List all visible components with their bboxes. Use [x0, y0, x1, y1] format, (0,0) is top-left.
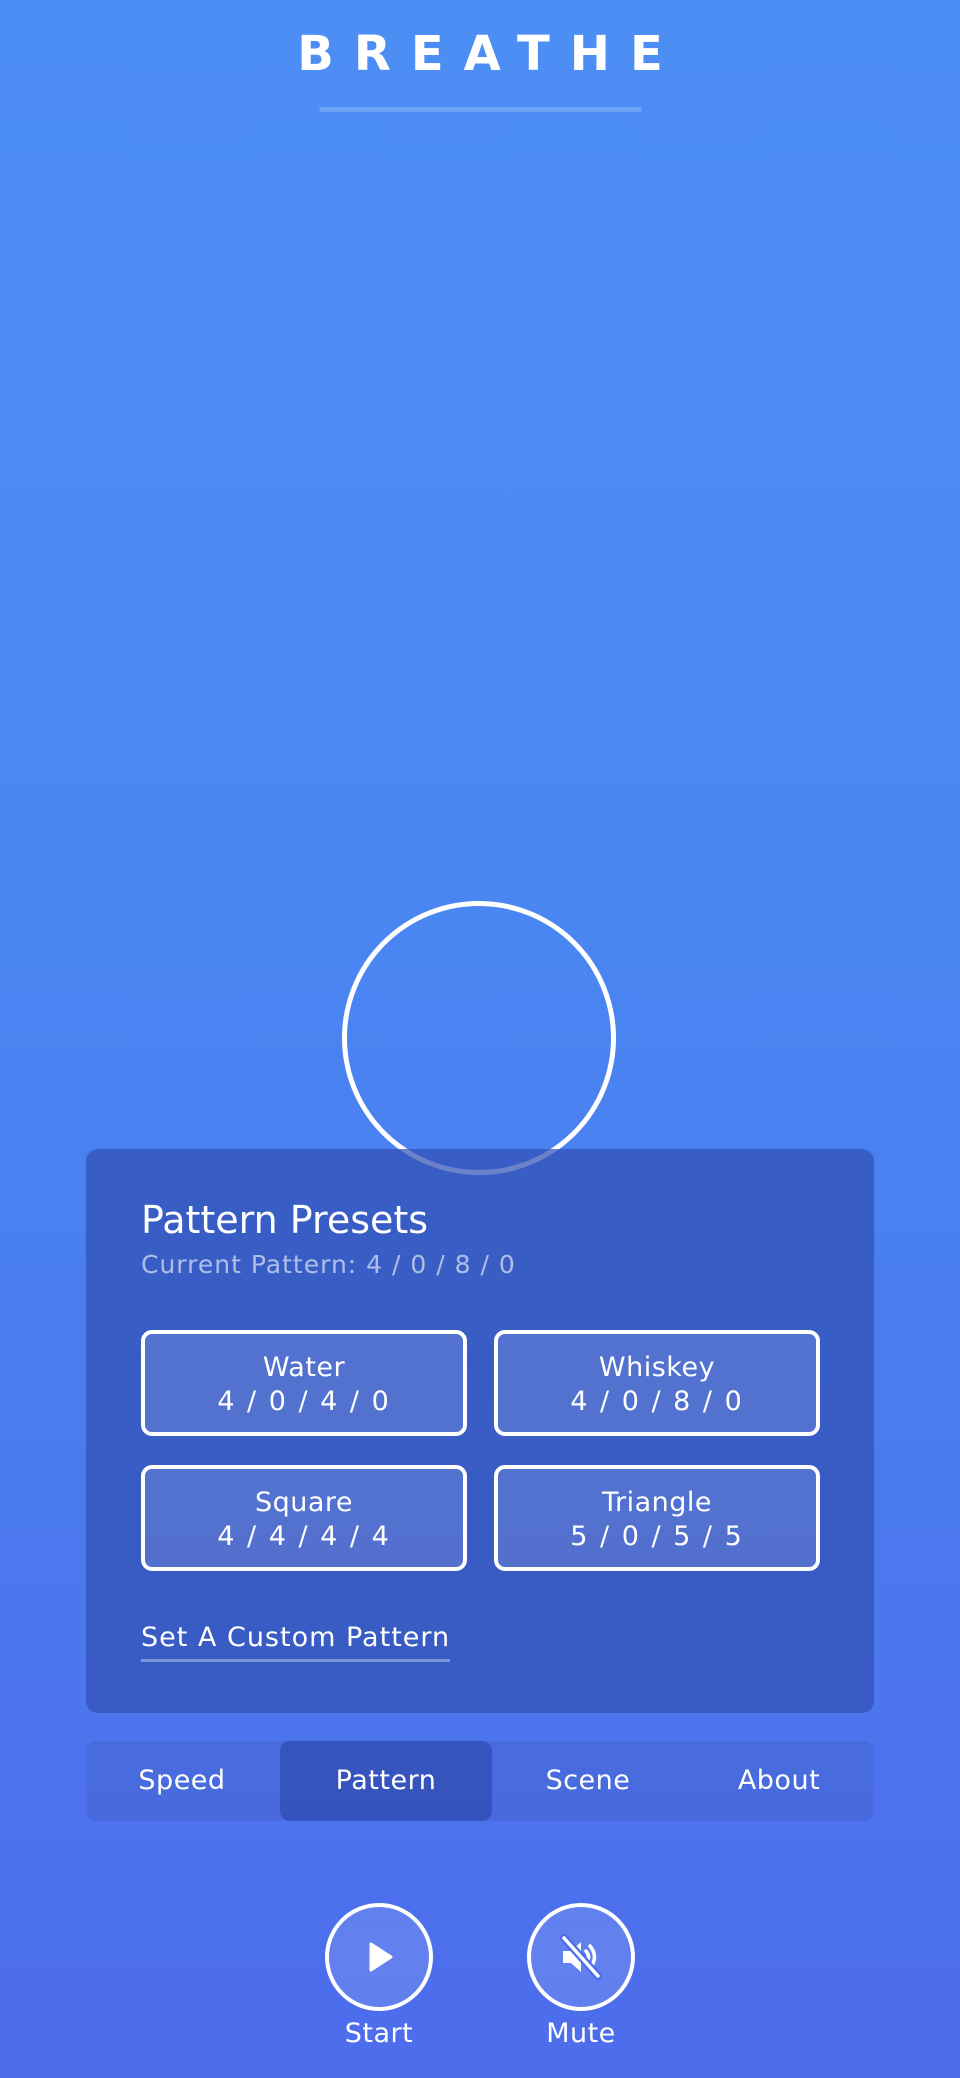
preset-name: Square	[254, 1487, 354, 1518]
app-title: BREATHE	[297, 26, 683, 82]
tab-scene[interactable]: Scene	[492, 1741, 684, 1821]
preset-values: 4 / 0 / 8 / 0	[570, 1386, 744, 1417]
pattern-presets-panel: Pattern Presets Current Pattern: 4 / 0 /…	[86, 1149, 874, 1713]
current-pattern-text: Current Pattern: 4 / 0 / 8 / 0	[141, 1250, 516, 1279]
preset-name: Triangle	[601, 1487, 713, 1518]
tab-speed[interactable]: Speed	[86, 1741, 278, 1821]
preset-name: Whiskey	[598, 1352, 716, 1383]
tab-about[interactable]: About	[684, 1741, 874, 1821]
start-label: Start	[344, 2018, 414, 2049]
preset-square-button[interactable]: Square 4 / 4 / 4 / 4	[141, 1465, 467, 1571]
preset-values: 4 / 0 / 4 / 0	[217, 1386, 391, 1417]
preset-name: Water	[262, 1352, 346, 1383]
panel-title: Pattern Presets	[141, 1198, 429, 1242]
preset-values: 4 / 4 / 4 / 4	[217, 1521, 391, 1552]
mute-button[interactable]	[527, 1903, 635, 2011]
tab-pattern[interactable]: Pattern	[280, 1741, 492, 1821]
preset-triangle-button[interactable]: Triangle 5 / 0 / 5 / 5	[494, 1465, 820, 1571]
settings-tab-bar: Speed Pattern Scene About	[86, 1741, 874, 1821]
set-custom-pattern-link[interactable]: Set A Custom Pattern	[141, 1621, 451, 1662]
preset-whiskey-button[interactable]: Whiskey 4 / 0 / 8 / 0	[494, 1330, 820, 1436]
title-divider	[319, 107, 642, 112]
preset-water-button[interactable]: Water 4 / 0 / 4 / 0	[141, 1330, 467, 1436]
volume-muted-icon	[560, 1934, 602, 1980]
breathing-circle	[342, 901, 616, 1175]
play-icon	[369, 1942, 393, 1972]
preset-values: 5 / 0 / 5 / 5	[570, 1521, 744, 1552]
mute-label: Mute	[546, 2018, 616, 2049]
start-button[interactable]	[325, 1903, 433, 2011]
